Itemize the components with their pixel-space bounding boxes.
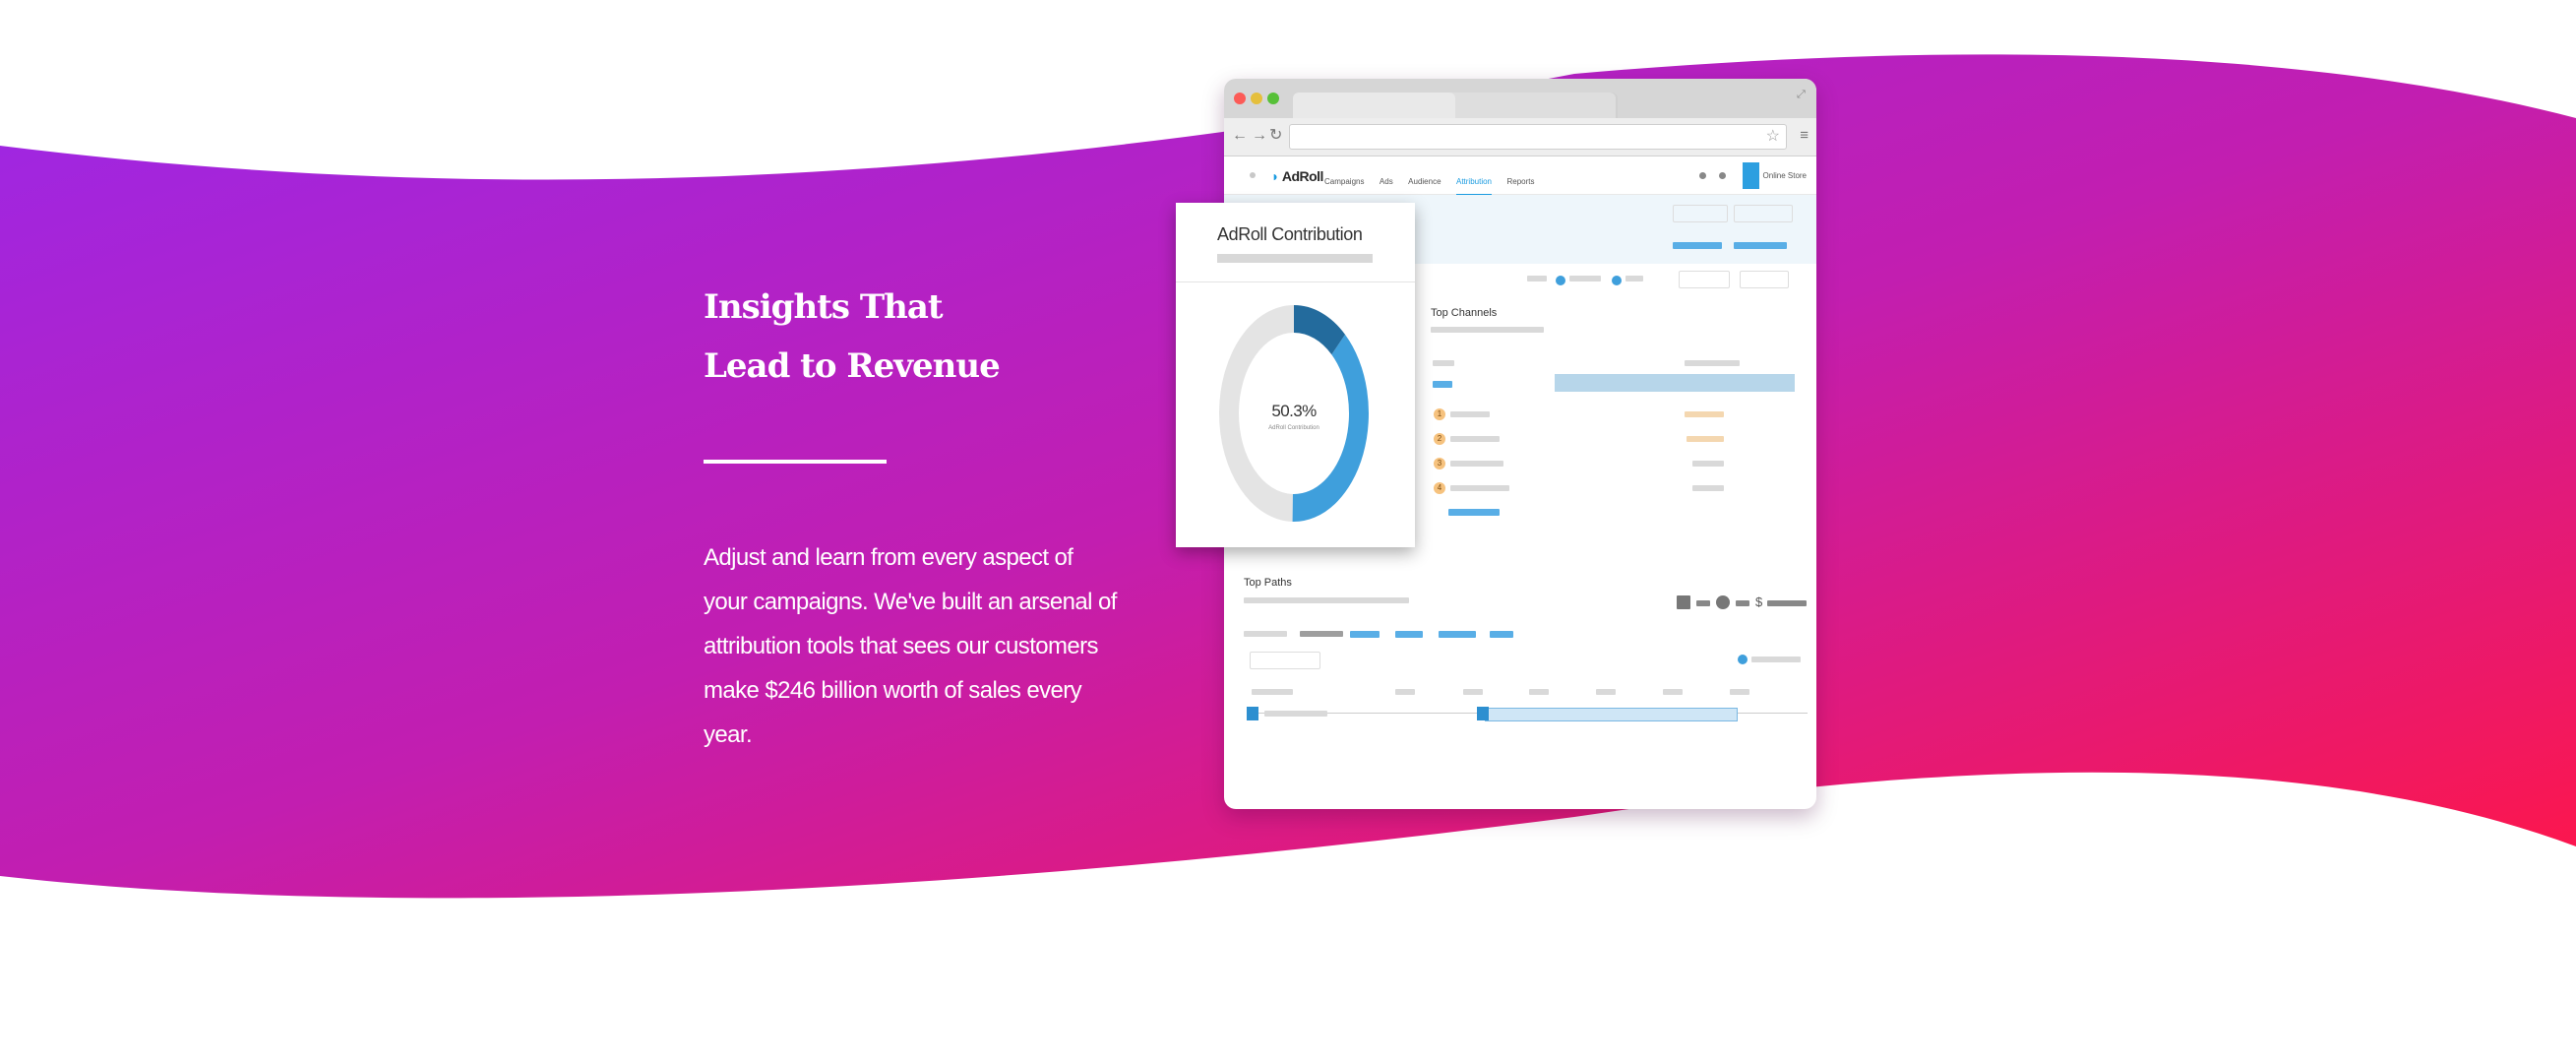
menu-icon: ≡ — [1800, 127, 1809, 144]
app-nav-items: Campaigns Ads Audience Attribution Repor… — [1324, 171, 1545, 196]
path-tab — [1439, 631, 1476, 638]
column-header — [1463, 689, 1483, 695]
slider-range — [1485, 708, 1738, 721]
path-tab — [1244, 631, 1287, 637]
path-tab — [1350, 631, 1380, 638]
top-paths-title: Top Paths — [1244, 577, 1292, 589]
placeholder-value — [1692, 485, 1724, 491]
column-header — [1596, 689, 1616, 695]
placeholder-text — [1569, 276, 1601, 281]
heading-line-1: Insights That — [704, 287, 944, 327]
path-tab — [1395, 631, 1423, 638]
legend-circle-icon — [1716, 595, 1730, 609]
adroll-logo: ◗ AdRoll — [1271, 168, 1323, 184]
url-field: ☆ — [1289, 124, 1787, 150]
placeholder-text — [1217, 254, 1373, 263]
placeholder-text — [1450, 436, 1500, 442]
date-dropdown — [1740, 271, 1789, 288]
placeholder-value — [1687, 436, 1724, 442]
column-header — [1663, 689, 1683, 695]
placeholder-text — [1527, 276, 1547, 281]
settings-icon — [1719, 172, 1726, 179]
card-divider — [1176, 281, 1415, 282]
placeholder-text — [1450, 485, 1509, 491]
insights-section: Insights That Lead to Revenue Adjust and… — [704, 278, 1127, 748]
path-tab-active — [1300, 631, 1343, 637]
path-filter-dropdown — [1250, 652, 1320, 669]
rank-badge: 1 — [1434, 408, 1445, 420]
top-channels-title: Top Channels — [1431, 307, 1498, 319]
nav-item-audience: Audience — [1408, 177, 1441, 186]
heading-divider — [704, 460, 887, 464]
header-link — [1673, 242, 1722, 249]
nav-item-reports: Reports — [1506, 177, 1535, 186]
placeholder-text — [1450, 411, 1490, 417]
placeholder-text — [1433, 360, 1454, 366]
help-icon — [1699, 172, 1706, 179]
legend-line — [1767, 600, 1807, 606]
browser-address-bar: ← → ↻ ☆ ≡ — [1224, 118, 1816, 156]
section-description: Adjust and learn from every aspect of yo… — [704, 544, 1117, 748]
zoom-dot-icon — [1267, 93, 1279, 104]
contribution-label: AdRoll Contribution — [1268, 425, 1319, 431]
account-badge — [1743, 162, 1759, 189]
nav-item-attribution: Attribution — [1455, 177, 1493, 196]
legend-line — [1696, 600, 1710, 606]
minimize-dot-icon — [1251, 93, 1262, 104]
expand-icon: ⤢ — [1797, 89, 1806, 100]
close-dot-icon — [1234, 93, 1246, 104]
reload-icon: ↻ — [1269, 127, 1283, 144]
nav-item-campaigns: Campaigns — [1324, 177, 1365, 186]
filter-dropdown — [1673, 205, 1728, 222]
section-heading: Insights That Lead to Revenue — [704, 278, 1127, 396]
placeholder-text — [1450, 461, 1503, 467]
legend-line — [1736, 600, 1749, 606]
placeholder-text — [1431, 327, 1544, 333]
contribution-title: AdRoll Contribution — [1217, 224, 1363, 244]
header-link — [1734, 242, 1787, 249]
forward-arrow-icon: → — [1252, 127, 1267, 144]
bookmark-star-icon: ☆ — [1765, 128, 1780, 145]
back-arrow-icon: ← — [1232, 127, 1248, 144]
date-dropdown — [1679, 271, 1730, 288]
nav-item-ads: Ads — [1379, 177, 1393, 186]
adroll-contribution-card: AdRoll Contribution 50.3% AdRoll Contrib… — [1176, 203, 1415, 547]
slider-thumb — [1477, 707, 1489, 720]
column-header — [1252, 689, 1293, 695]
placeholder-text — [1685, 360, 1740, 366]
store-selector: Online Store — [1762, 171, 1807, 180]
home-icon — [1250, 172, 1256, 178]
browser-tab-active — [1293, 93, 1455, 118]
toggle-dot — [1738, 655, 1748, 664]
channel-link — [1433, 381, 1452, 388]
contribution-donut: 50.3% AdRoll Contribution — [1217, 303, 1371, 524]
browser-tab-bar: ⤢ — [1224, 79, 1816, 118]
show-more-link — [1448, 509, 1500, 516]
column-header — [1395, 689, 1415, 695]
app-navigation: ◗ AdRoll Campaigns Ads Audience Attribut… — [1224, 156, 1816, 196]
rank-badge: 4 — [1434, 482, 1445, 494]
placeholder-text — [1244, 597, 1409, 603]
placeholder-value — [1692, 461, 1724, 467]
path-tab — [1490, 631, 1513, 638]
toggle-dot — [1612, 276, 1622, 285]
contribution-value: 50.3% — [1271, 402, 1317, 420]
channel-share-bar — [1555, 374, 1795, 392]
placeholder-value — [1685, 411, 1724, 417]
toggle-dot — [1556, 276, 1565, 285]
placeholder-text — [1751, 657, 1801, 662]
heading-line-2: Lead to Revenue — [704, 346, 1001, 386]
placeholder-text — [1625, 276, 1643, 281]
currency-symbol: $ — [1755, 594, 1763, 609]
placeholder-text — [1264, 711, 1327, 717]
rank-badge: 2 — [1434, 433, 1445, 445]
column-header — [1730, 689, 1749, 695]
legend-square-icon — [1677, 595, 1690, 609]
column-header — [1529, 689, 1549, 695]
slider-thumb — [1247, 707, 1258, 720]
rank-badge: 3 — [1434, 458, 1445, 469]
path-range-slider — [1247, 707, 1808, 721]
filter-dropdown — [1734, 205, 1793, 222]
